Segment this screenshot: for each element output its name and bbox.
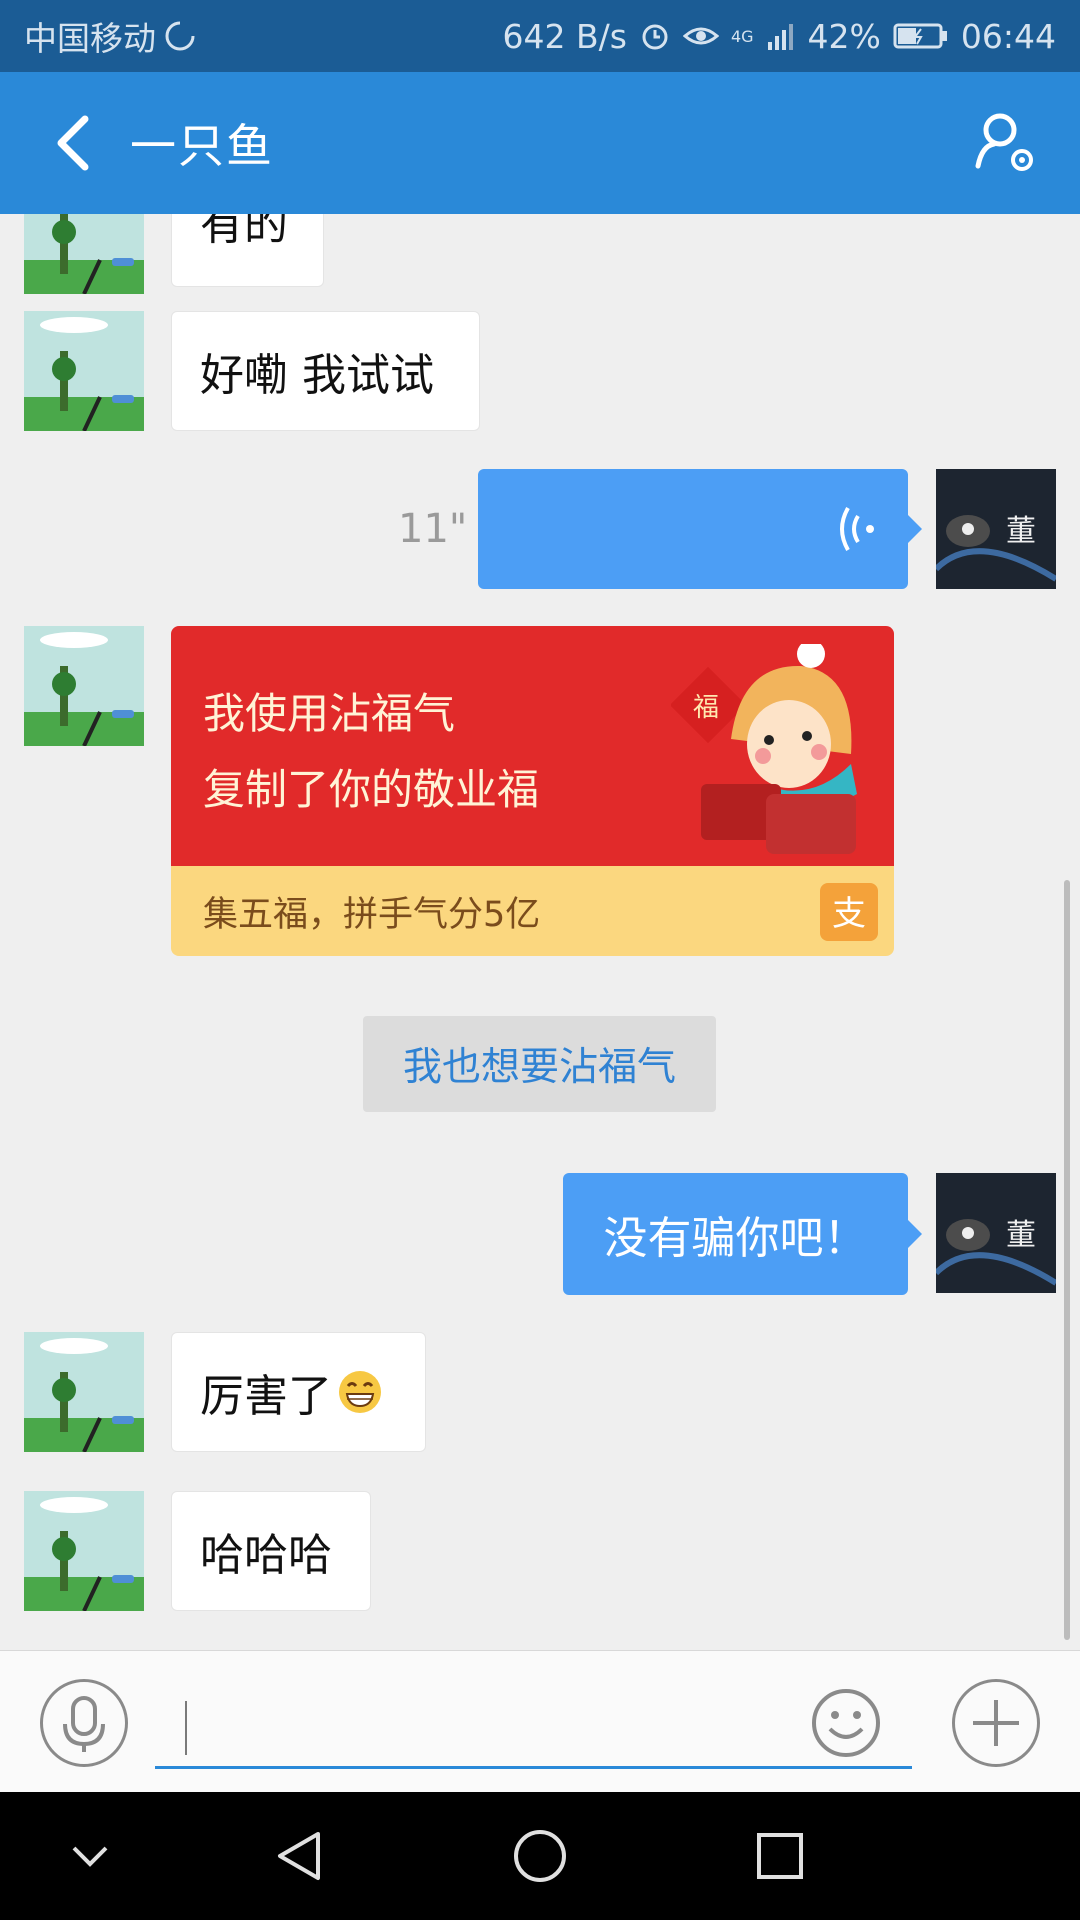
- my-avatar[interactable]: 董: [936, 1173, 1056, 1293]
- alipay-logo-icon: 支: [820, 883, 878, 941]
- svg-text:董: 董: [1006, 1218, 1036, 1253]
- nav-back-button[interactable]: [270, 1826, 330, 1886]
- chevron-down-icon: [72, 1846, 108, 1867]
- fu-character-illustration: 福: [671, 644, 857, 854]
- message-bubble[interactable]: 有的: [171, 214, 324, 287]
- network-type-label: 4G: [730, 26, 754, 46]
- fu-card-line1: 我使用沾福气: [203, 689, 456, 738]
- message-input[interactable]: [155, 1687, 912, 1769]
- triangle-back-icon: [278, 1832, 320, 1880]
- voice-input-button[interactable]: [40, 1679, 128, 1767]
- fu-card-message[interactable]: 我使用沾福气 复制了你的敬业福 福 集五福，拼手气分5亿 支: [171, 626, 894, 956]
- friend-avatar[interactable]: [24, 626, 144, 746]
- profile-settings-icon: [975, 113, 1033, 171]
- chevron-left-icon: [57, 115, 89, 171]
- more-options-button[interactable]: [952, 1679, 1040, 1767]
- voice-duration: 11": [398, 506, 468, 552]
- eye-icon: [682, 27, 719, 45]
- chat-scrollbar[interactable]: [1064, 880, 1070, 1640]
- chat-list[interactable]: 有的 好嘞 我试试 11" 董 我使用沾福气 复制了你的敬业福 福 集五福，拼手…: [0, 214, 1080, 1650]
- signal-icon: [767, 24, 793, 50]
- svg-text:支: 支: [832, 894, 866, 934]
- nav-recents-button[interactable]: [750, 1826, 810, 1886]
- message-bubble[interactable]: 没有骗你吧！: [563, 1173, 922, 1295]
- voice-wave-icon: [840, 507, 874, 551]
- alarm-icon: [642, 24, 668, 50]
- fu-card-footer: 集五福，拼手气分5亿: [203, 894, 541, 935]
- status-bar: 中国移动 642 B/s 4G 42% 06:44: [0, 0, 1080, 72]
- text-caret: [185, 1701, 187, 1755]
- fu-card-body: 我使用沾福气 复制了你的敬业福 福: [171, 626, 894, 866]
- back-button[interactable]: [28, 72, 118, 214]
- friend-avatar[interactable]: [24, 1491, 144, 1611]
- battery-charging-icon: [893, 23, 947, 49]
- message-bubble[interactable]: 好嘞 我试试: [171, 311, 480, 431]
- square-recents-icon: [757, 1833, 803, 1879]
- nav-home-button[interactable]: [510, 1826, 570, 1886]
- grin-emoji-icon: [339, 1371, 381, 1413]
- chat-header: 一只鱼: [0, 72, 1080, 214]
- my-avatar[interactable]: 董: [936, 469, 1056, 589]
- net-speed-label: 642 B/s: [502, 16, 627, 56]
- system-nav-bar: [0, 1792, 1080, 1920]
- smiley-icon: [812, 1689, 880, 1757]
- plus-icon: [973, 1700, 1019, 1746]
- message-bubble[interactable]: 哈哈哈: [171, 1491, 371, 1611]
- friend-avatar[interactable]: [24, 311, 144, 431]
- microphone-icon: [63, 1696, 105, 1752]
- message-bubble[interactable]: 厉害了: [171, 1332, 426, 1452]
- nav-hide-button[interactable]: [60, 1826, 120, 1886]
- carrier-label: 中国移动: [24, 19, 156, 58]
- want-fu-button[interactable]: 我也想要沾福气: [363, 1016, 716, 1112]
- voice-message-bubble[interactable]: [478, 469, 922, 589]
- friend-avatar[interactable]: [24, 1332, 144, 1452]
- circle-home-icon: [514, 1830, 566, 1882]
- fu-card-line2: 复制了你的敬业福: [203, 765, 540, 814]
- friend-avatar[interactable]: [24, 214, 144, 294]
- profile-settings-button[interactable]: [970, 108, 1040, 178]
- battery-percent: 42%: [807, 16, 881, 56]
- clock: 06:44: [960, 16, 1056, 56]
- input-bar: [0, 1650, 1080, 1792]
- emoji-button[interactable]: [810, 1687, 882, 1759]
- svg-text:董: 董: [1006, 514, 1036, 549]
- fu-card-footer-bar: 集五福，拼手气分5亿 支: [171, 866, 894, 956]
- loading-icon: [165, 21, 195, 51]
- svg-text:福: 福: [693, 693, 719, 723]
- chat-title: 一只鱼: [130, 119, 274, 173]
